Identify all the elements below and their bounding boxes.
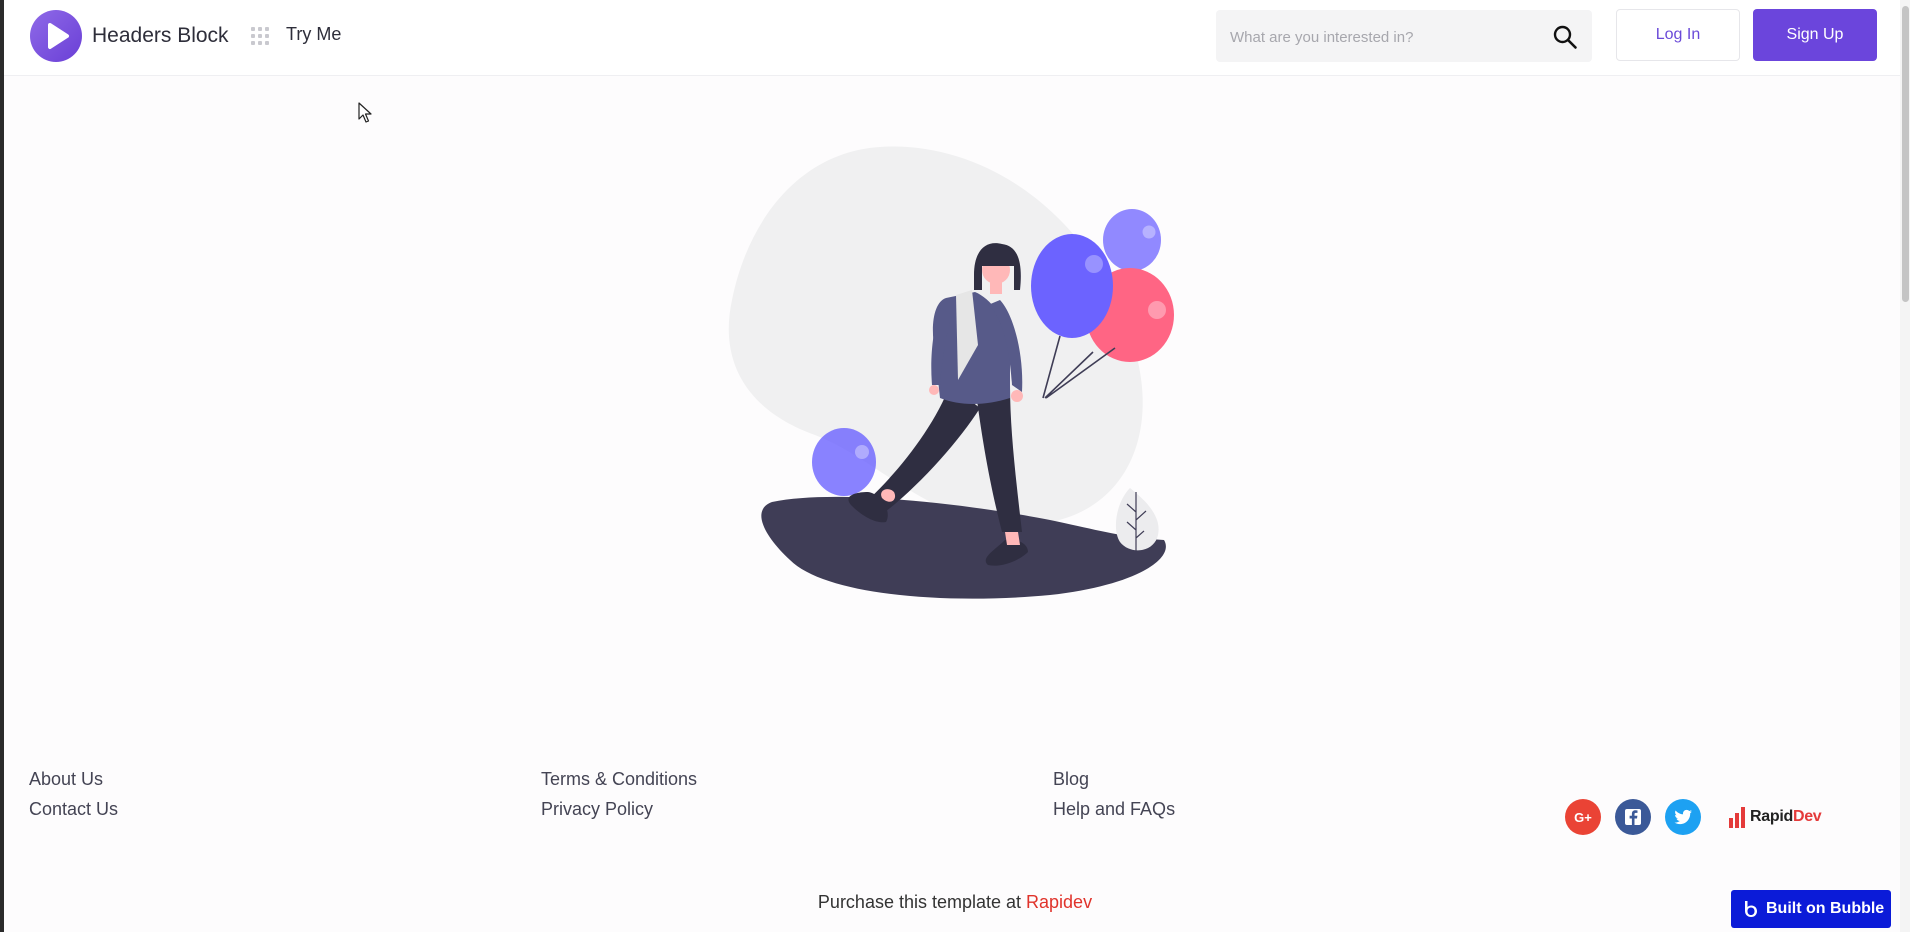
footer-link-terms[interactable]: Terms & Conditions	[541, 769, 697, 790]
search-icon[interactable]	[1552, 24, 1578, 50]
footer-link-blog[interactable]: Blog	[1053, 769, 1089, 790]
login-button[interactable]: Log In	[1616, 9, 1740, 61]
scrollbar[interactable]	[1900, 0, 1910, 932]
apps-grid-icon[interactable]	[250, 26, 270, 46]
rapiddev-wordmark-part2: Dev	[1792, 808, 1822, 825]
nav-item-try-me[interactable]: Try Me	[286, 24, 341, 45]
rapidev-link[interactable]: Rapidev	[1026, 892, 1092, 912]
built-on-bubble-badge[interactable]: Built on Bubble	[1731, 890, 1891, 928]
google-plus-icon[interactable]: G+	[1565, 799, 1601, 835]
bubble-logo-icon	[1745, 901, 1757, 917]
rapiddev-wordmark: RapidDev	[1750, 808, 1822, 826]
twitter-icon[interactable]	[1665, 799, 1701, 835]
rapiddev-wordmark-part1: Rapid	[1750, 808, 1793, 825]
footer-link-about[interactable]: About Us	[29, 769, 103, 790]
svg-text:G+: G+	[1574, 810, 1592, 825]
rapiddev-logo[interactable]: RapidDev	[1728, 804, 1830, 832]
brand-name[interactable]: Headers Block	[92, 24, 229, 48]
purchase-text: Purchase this template at	[817, 892, 1027, 912]
signup-button[interactable]: Sign Up	[1753, 9, 1877, 61]
scrollbar-thumb[interactable]	[1902, 6, 1909, 302]
footer-link-contact[interactable]: Contact Us	[29, 799, 118, 820]
purchase-note: Purchase this template at Rapidev	[0, 892, 1910, 913]
footer-link-privacy[interactable]: Privacy Policy	[541, 799, 653, 820]
facebook-icon[interactable]	[1615, 799, 1651, 835]
window-edge	[0, 0, 4, 932]
footer-link-help[interactable]: Help and FAQs	[1053, 799, 1175, 820]
search-input[interactable]	[1228, 10, 1542, 64]
mouse-pointer-icon	[358, 102, 372, 123]
built-on-bubble-label: Built on Bubble	[1766, 900, 1885, 917]
header: Headers Block Try Me Log In Sign Up	[4, 0, 1900, 76]
search-box	[1216, 10, 1592, 64]
rapiddev-bars-icon	[1729, 807, 1745, 828]
woman-with-balloons-illustration	[728, 146, 1174, 599]
play-logo-icon[interactable]	[30, 10, 82, 62]
